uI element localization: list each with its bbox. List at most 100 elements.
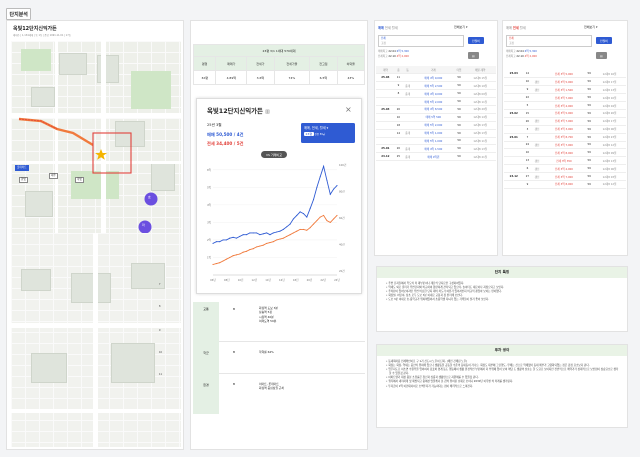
map-label-daeju[interactable]: 대주 bbox=[49, 173, 58, 179]
trade-cell: 59 bbox=[585, 117, 594, 126]
data-point bbox=[225, 258, 227, 260]
tab-sale[interactable]: 매매 bbox=[378, 26, 384, 30]
trade-row[interactable]: 24.12 27 갱신 전세 3억 7,000 59 12대8 03일 bbox=[504, 172, 626, 181]
register-button-left[interactable]: ▤ bbox=[468, 52, 479, 59]
chart-card-title-text: 옥빛12단지신익가든 bbox=[207, 107, 263, 115]
trade-cell bbox=[531, 101, 543, 110]
trade-cell: 갱신 bbox=[531, 117, 543, 126]
tab-jeonse[interactable]: 전세 bbox=[385, 26, 391, 30]
data-point bbox=[282, 228, 284, 230]
trade-row[interactable]: 18 매매 5억 2,000 59 12대8 13일 bbox=[376, 121, 496, 130]
trade-cell: 갱신 bbox=[531, 77, 543, 87]
trade-cell: 59 bbox=[453, 73, 465, 83]
trade-cell: 14 bbox=[523, 70, 532, 79]
map-label-lotte[interactable]: 롯데마트 bbox=[15, 165, 29, 171]
summary-cell: 4.89억 bbox=[215, 70, 248, 85]
chevron-down-icon: ▾ bbox=[596, 25, 598, 29]
dropdown-left[interactable]: 전체보기 ▾ bbox=[454, 25, 468, 29]
trade-cell: 59 bbox=[585, 93, 594, 103]
trade-row[interactable]: 25.04 11 매매 4억 9,000 59 12대8 15일 bbox=[376, 73, 496, 83]
trade-cell: 12대8 06일 bbox=[593, 125, 626, 134]
trade-row[interactable]: 25.01 7 전세 3억 8,700 59 12대8 23일 bbox=[504, 133, 626, 142]
period-box-right[interactable]: 전체 고점 bbox=[506, 35, 592, 47]
prev-month-button-left[interactable]: 전월비 bbox=[468, 37, 484, 44]
info-lines: 화정역 도보 3분 삼송역 5정 시청역 40분 여의도역 50분 bbox=[259, 306, 278, 324]
map-number: 8 bbox=[159, 305, 161, 308]
trade-row[interactable]: 6 갱신 전세 3억 4,000 59 12대8 06일 bbox=[504, 164, 626, 174]
chart-filter-box[interactable]: 매매, 전세, 월세 ▾ 23평 전용 59㎡ bbox=[301, 123, 355, 143]
x-tick-label: 12년 bbox=[251, 278, 257, 282]
building-icon: ▥ bbox=[265, 109, 270, 115]
trade-row[interactable]: 8 중개 매매 4억 9,000 59 12대8 09일 bbox=[376, 89, 496, 99]
tab-monthly[interactable]: 월세 bbox=[520, 26, 526, 30]
trade-row[interactable]: 25.04 14 전세 3억 5,000 59 12대8 16일 bbox=[504, 70, 626, 79]
register-button-right[interactable]: ▤ bbox=[596, 52, 607, 59]
summary-header: 평형 bbox=[192, 56, 217, 71]
trade-row[interactable]: 9 중개 매매 5억 2,500 59 12대8 19일 bbox=[376, 81, 496, 91]
trade-cell: 12대8 06일 bbox=[593, 164, 626, 174]
trade-row[interactable]: 10 전세 3억 8,000 59 12대8 09일 bbox=[504, 148, 626, 158]
summary-date: 22.10 bbox=[516, 54, 524, 58]
trade-cell: 12대8 19일 bbox=[464, 81, 496, 91]
data-point bbox=[286, 226, 288, 228]
period-box-left[interactable]: 전체 고점 bbox=[378, 35, 464, 47]
data-point bbox=[336, 214, 338, 216]
trade-cell: 전세 3억 7,000 bbox=[542, 172, 586, 181]
map-pin-1[interactable]: 효 bbox=[148, 195, 151, 199]
summary-key: 전세최고 bbox=[506, 54, 516, 58]
trade-cell: 매매 5억 2,500 bbox=[413, 81, 454, 91]
chart-filter-label: 매매, 전세, 월세 bbox=[304, 126, 326, 130]
map-label-okbit[interactable]: 옥빛 bbox=[75, 177, 84, 183]
trade-cell: 갱신 bbox=[531, 164, 543, 174]
trade-row[interactable]: 9 전세 3억 8,000 59 12대8 12일 bbox=[504, 180, 626, 189]
trade-row[interactable]: 5 전세 3억 4,000 59 12대8 04일 bbox=[504, 101, 626, 110]
data-point bbox=[266, 242, 268, 244]
tab-sale[interactable]: 매매 bbox=[506, 26, 512, 30]
trade-cell bbox=[504, 117, 524, 126]
trade-cell: 매매 4억 1,500 bbox=[413, 144, 454, 154]
map-view-top[interactable]: 롯데마트 대주 옥빛 한빛 효 마 bbox=[11, 41, 181, 239]
trade-row[interactable]: 10 매매 5억 500 59 12대8 14일 bbox=[376, 113, 496, 122]
trade-row[interactable]: 24 갱신 전세 3억 7,000 59 12대8 12일 bbox=[504, 141, 626, 150]
trade-cell: 25.03 bbox=[376, 105, 395, 114]
trade-cell: 매매 4억원 bbox=[413, 152, 454, 162]
trade-col-header: 동 bbox=[402, 66, 414, 75]
trade-row[interactable]: 25.02 15 전세 3억 5,000 59 12대8 26일 bbox=[504, 109, 626, 118]
trade-row[interactable]: 매매 5억 1,000 59 12대8 11일 bbox=[376, 137, 496, 146]
map-label-hanbit[interactable]: 한빛 bbox=[19, 177, 28, 183]
bullet-item: 도보 3분 이내로 초,중학교가 위치해있어서 초중학생 자녀가 있는 가족들이… bbox=[385, 298, 619, 302]
tab-monthly[interactable]: 월세 bbox=[392, 26, 398, 30]
map-pin-2[interactable]: 마 bbox=[142, 223, 145, 227]
trade-row[interactable]: 10 갱신 전세 3억 5,000 59 12대8 17일 bbox=[504, 77, 626, 87]
dropdown-right[interactable]: 전체보기 ▾ bbox=[584, 25, 598, 29]
trade-cell: 매매 4억 8,500 bbox=[413, 105, 454, 114]
data-point bbox=[239, 253, 241, 255]
trade-cell: 전세 3억 5,000 bbox=[542, 77, 586, 87]
trade-row[interactable]: 14 중개 매매 5억 1,000 59 12대8 13일 bbox=[376, 129, 496, 138]
summary-key: 매매최고 bbox=[506, 50, 516, 53]
complex-meta: 세대수 | 1,134세대 | 동 1동 | 준공 1991.11.01 | 1… bbox=[13, 34, 71, 37]
data-point bbox=[245, 250, 248, 252]
trade-row[interactable]: 13 갱신 전세 3억 350 59 12대8 13일 bbox=[504, 156, 626, 166]
trade-row[interactable]: 매매 5억 2,000 59 12대8 11일 bbox=[376, 97, 496, 106]
period-sub: 고점 bbox=[509, 41, 514, 45]
trade-row[interactable]: 25.01 20 중개 매매 4억 1,500 59 12대8 13일 bbox=[376, 144, 496, 154]
trade-cell bbox=[402, 105, 414, 114]
trade-row[interactable]: 25.03 20 매매 4억 8,500 59 12대8 29일 bbox=[376, 105, 496, 114]
tab-jeonse[interactable]: 전세 bbox=[513, 26, 519, 30]
trade-row[interactable]: 22 전세 3억 7,000 59 12대8 10일 bbox=[504, 93, 626, 103]
close-icon[interactable]: × bbox=[345, 105, 352, 114]
map-overlay bbox=[18, 117, 158, 234]
x-tick-label: 08년 bbox=[224, 278, 230, 282]
trade-row[interactable]: 24.12 25 중개 매매 4억원 59 12대8 21일 bbox=[376, 152, 496, 162]
trade-row[interactable]: 3 갱신 전세 3억 3,000 59 12대8 06일 bbox=[504, 125, 626, 134]
trade-row[interactable]: 9 갱신 전세 3억 1,500 59 12대8 13일 bbox=[504, 85, 626, 95]
trade-row[interactable]: 20 갱신 전세 3억 7,000 59 12대8 17일 bbox=[504, 117, 626, 126]
map-view-bottom[interactable]: 7 8 9 10 11 bbox=[11, 233, 181, 447]
data-point bbox=[225, 239, 227, 241]
summary-table-title: 23평 3/1 1세대 570세대 bbox=[193, 44, 365, 57]
trade-cell: 12대8 03일 bbox=[593, 172, 626, 181]
trade-cell: 매매 5억 1,000 bbox=[413, 137, 454, 146]
trade-cell: 12대8 12일 bbox=[593, 141, 626, 150]
prev-month-button-right[interactable]: 전월비 bbox=[596, 37, 612, 44]
